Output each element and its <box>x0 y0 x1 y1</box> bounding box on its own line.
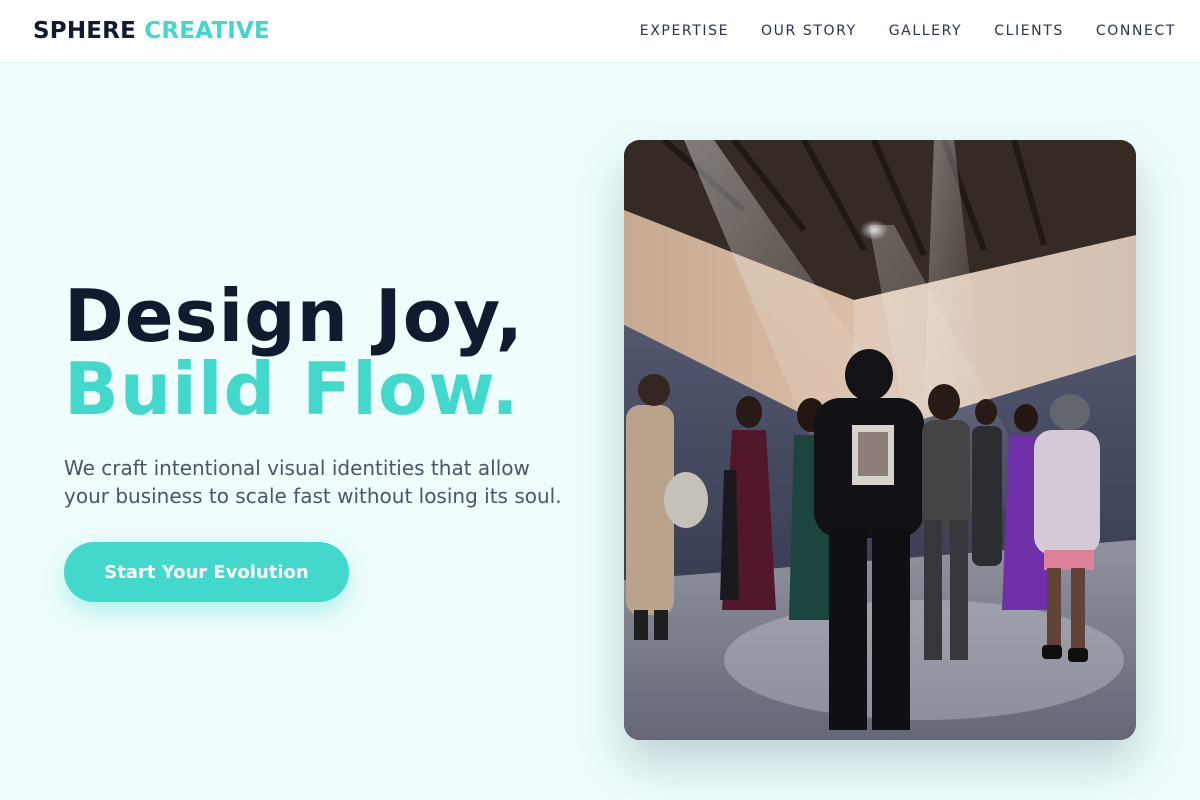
event-photo-image <box>624 140 1136 740</box>
nav-menu: EXPERTISE OUR STORY GALLERY CLIENTS CONN… <box>608 23 1176 39</box>
hero-subtitle: We craft intentional visual identities t… <box>64 456 562 508</box>
start-evolution-button[interactable]: Start Your Evolution <box>64 542 349 602</box>
hero-image <box>624 140 1136 740</box>
brand-name-part2: CREATIVE <box>144 18 270 44</box>
nav-link-our-story[interactable]: OUR STORY <box>761 23 857 39</box>
nav-link-gallery[interactable]: GALLERY <box>889 23 962 39</box>
hero-headline-line1: Design Joy, <box>64 274 524 358</box>
top-navbar: SPHERE CREATIVE EXPERTISE OUR STORY GALL… <box>0 0 1200 63</box>
hero-headline-line2: Build Flow. <box>64 347 520 431</box>
hero-text-block: Design Joy, Build Flow. We craft intenti… <box>64 280 584 602</box>
nav-link-connect[interactable]: CONNECT <box>1096 23 1176 39</box>
nav-link-clients[interactable]: CLIENTS <box>994 23 1064 39</box>
brand-name-part1: SPHERE <box>33 18 137 44</box>
brand-logo[interactable]: SPHERE CREATIVE <box>33 18 270 44</box>
nav-link-expertise[interactable]: EXPERTISE <box>640 23 729 39</box>
